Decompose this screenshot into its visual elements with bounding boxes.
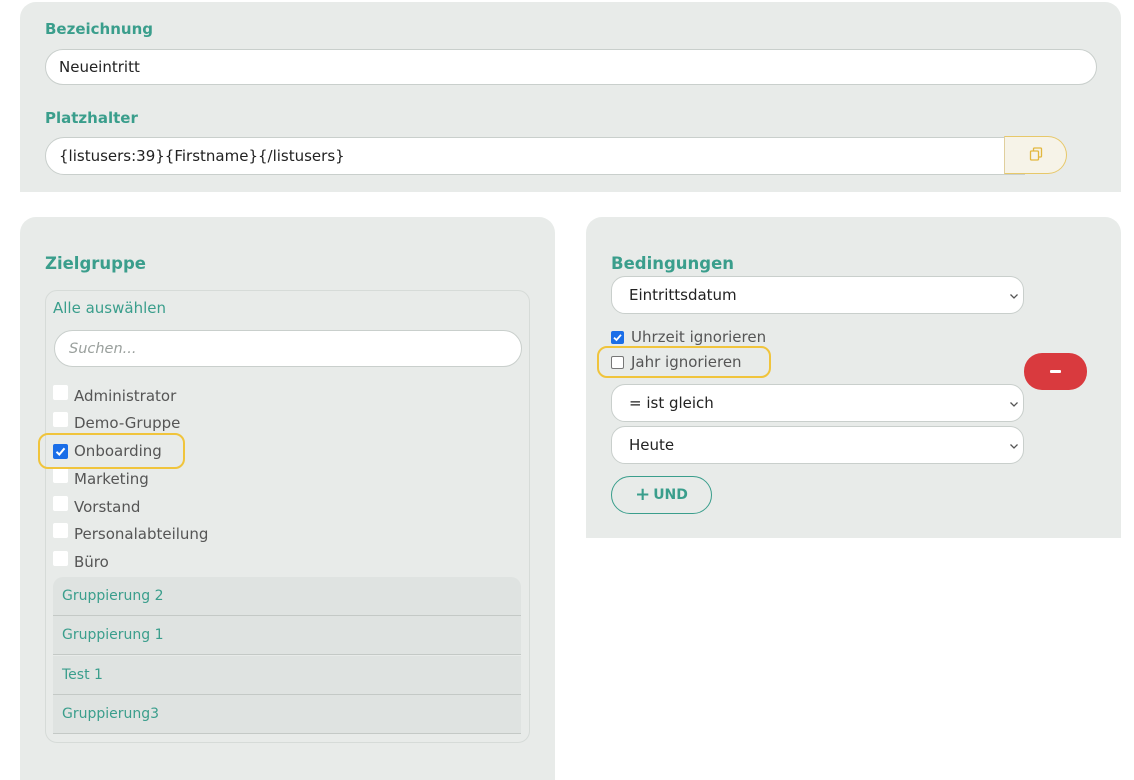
group-option-personalabteilung[interactable]: Personalabteilung [53,522,209,543]
group-option-label: Administrator [74,387,177,405]
grouping-item[interactable]: Gruppierung3 [53,695,521,734]
plus-icon: + [635,484,651,505]
group-option-demo-gruppe[interactable]: Demo-Gruppe [53,411,181,432]
onboarding-highlight [38,433,185,469]
ignore-time-label: Uhrzeit ignorieren [631,328,767,346]
name-label: Bezeichnung [45,20,153,38]
grouping-item[interactable]: Test 1 [53,656,521,695]
group-option-marketing[interactable]: Marketing [53,467,149,488]
add-and-condition-button[interactable]: + UND [611,476,712,514]
placeholder-label: Platzhalter [45,109,138,127]
condition-field-select[interactable]: Eintrittsdatum [611,276,1024,314]
checkbox[interactable] [53,495,68,511]
checkbox[interactable] [53,384,68,400]
group-option-buero[interactable]: Büro [53,550,109,571]
checkbox-checked[interactable] [611,330,624,344]
condition-value-select[interactable]: Heute [611,426,1024,464]
ignore-year-highlight [597,346,771,378]
chevron-down-icon [1009,286,1019,304]
chevron-down-icon [1009,436,1019,454]
select-value: = ist gleich [629,394,714,412]
checkbox[interactable] [53,467,68,483]
copy-icon [1029,146,1043,165]
ignore-time-option[interactable]: Uhrzeit ignorieren [611,328,766,346]
chevron-down-icon [1009,394,1019,412]
group-option-label: Büro [74,553,109,571]
and-button-label: UND [653,487,688,503]
group-option-vorstand[interactable]: Vorstand [53,495,141,516]
group-search-input[interactable]: Suchen... [54,330,522,367]
select-value: Eintrittsdatum [629,286,737,304]
copy-button[interactable] [1004,136,1067,174]
checkbox[interactable] [53,522,68,538]
checkbox[interactable] [53,411,68,427]
remove-condition-button[interactable] [1024,353,1087,390]
group-option-label: Marketing [74,470,149,488]
minus-icon [1050,370,1061,373]
grouping-item[interactable]: Gruppierung 1 [53,616,521,655]
name-input[interactable]: Neueintritt [45,49,1097,85]
condition-operator-select[interactable]: = ist gleich [611,384,1024,422]
group-option-label: Personalabteilung [74,525,209,543]
group-option-label: Demo-Gruppe [74,414,181,432]
placeholder-input[interactable]: {listusers:39}{Firstname}{/listusers} [45,137,1025,175]
conditions-title: Bedingungen [611,254,735,273]
grouping-item[interactable]: Gruppierung 2 [53,577,521,616]
group-option-administrator[interactable]: Administrator [53,384,177,405]
select-all-link[interactable]: Alle auswählen [53,299,166,317]
checkbox[interactable] [53,550,68,566]
group-option-label: Vorstand [74,498,141,516]
select-value: Heute [629,436,675,454]
